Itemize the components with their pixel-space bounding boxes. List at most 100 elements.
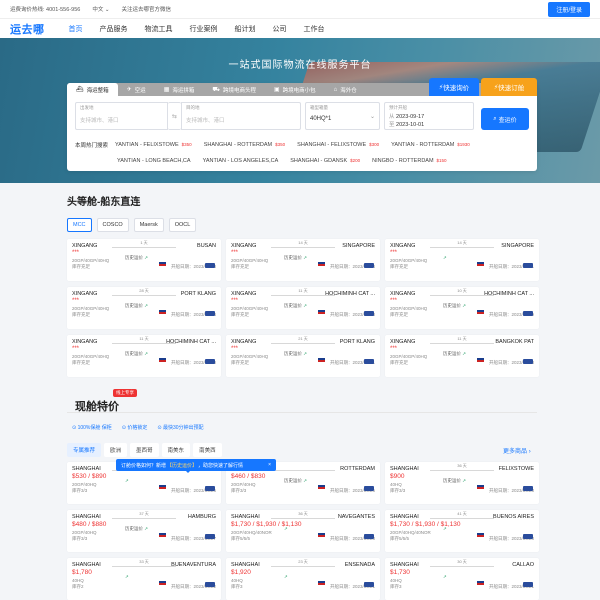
history-price-link[interactable]: ↗ [284, 574, 288, 580]
route-card[interactable]: SHANGHAI BUENOS AIRES 41 天 $1,730 / $1,930 … [385, 510, 539, 552]
nav-item-cases[interactable]: 行业案例 [190, 24, 218, 34]
history-price-link[interactable]: 历史运价 ↗ [125, 351, 148, 357]
container-types: 40HQ [231, 578, 243, 583]
hot-route[interactable]: SHANGHAI - FELIXSTOWE [297, 142, 366, 148]
stock-status: 库存3 [390, 584, 402, 589]
nav-item-home[interactable]: 首页 [69, 24, 83, 34]
tab-air[interactable]: ✈ 空运 [118, 83, 155, 96]
route-card[interactable]: SHANGHAI CALLAO 30 天 $1,730 ↗ 40HQ 库存3 开船日期：20… [385, 558, 539, 600]
route-card[interactable]: XINGANG HOCHIMINH CAT ... 10 天 *** 历史运价 ↗ 20G… [385, 287, 539, 329]
stock-status: 库存2 [72, 584, 84, 589]
route-card[interactable]: XINGANG PORT KLANG 28 天 *** 历史运价 ↗ 20GP/40GP/… [67, 287, 221, 329]
hot-route[interactable]: YANTIAN - LOS ANGELES,CA [203, 158, 279, 164]
history-price-link[interactable]: ↗ [125, 574, 129, 580]
flag-icon [477, 262, 484, 266]
destination-port: PORT KLANG [339, 339, 375, 345]
more-products-link[interactable]: 更多商品 › [503, 446, 531, 455]
hot-route[interactable]: SHANGHAI - GDANSK [290, 158, 347, 164]
carrier-cosco[interactable]: COSCO [96, 218, 129, 232]
destination-port: HOCHIMINH CAT ... [484, 291, 534, 297]
hot-route[interactable]: YANTIAN - LONG BEACH,CA [117, 158, 191, 164]
region-tab-europe[interactable]: 欧洲 [104, 443, 128, 457]
route-card[interactable]: XINGANG BUSAN 1 天 *** 历史运价 ↗ 20GP/40GP/40HQ 库存… [67, 239, 221, 281]
origin-port: SHANGHAI [231, 514, 260, 520]
history-price-link[interactable]: 历史运价 ↗ [125, 255, 148, 261]
region-tab-south-america-west[interactable]: 南美西 [193, 443, 222, 457]
login-button[interactable]: 注册/登录 [548, 1, 590, 17]
carrier-maersk[interactable]: Maersk [133, 218, 164, 232]
region-tab-south-america-east[interactable]: 南美东 [161, 443, 191, 457]
region-tab-mexico[interactable]: 墨西哥 [130, 443, 159, 457]
tab-lcl[interactable]: ▦ 海运拼箱 [155, 83, 204, 96]
carrier-oocl[interactable]: OOCL [168, 218, 197, 232]
route-card[interactable]: XINGANG SINGAPORE 14 天 *** 历史运价 ↗ 20GP/40GP/4… [226, 239, 380, 281]
history-price-link[interactable]: ↗ [443, 526, 447, 532]
history-price-link[interactable]: 历史运价 ↗ [443, 303, 466, 309]
site-logo[interactable]: 运去哪 [10, 21, 45, 37]
route-card[interactable]: SHANGHAI BUENAVENTURA 33 天 $1,780 ↗ 40HQ 库存2 开… [67, 558, 221, 600]
origin-port: XINGANG [72, 291, 98, 297]
nav-item-company[interactable]: 公司 [273, 24, 287, 34]
history-price-link[interactable]: 历史运价 ↗ [284, 255, 307, 261]
origin-input[interactable]: 支持城市、港口 [80, 116, 163, 124]
route-card[interactable]: SHANGHAI HAMBURG 37 天 $480 / $880 历史运价 ↗ 20GP… [67, 510, 221, 552]
swap-icon[interactable]: ⇆ [168, 102, 181, 130]
search-button[interactable]: ⌕ 查运价 [481, 108, 529, 130]
nav-item-workbench[interactable]: 工作台 [304, 24, 325, 34]
hot-route[interactable]: YANTIAN - FELIXSTOWE [115, 142, 179, 148]
history-price-link[interactable]: ↗ [443, 574, 447, 580]
box-input[interactable]: 40HQ*1 [310, 116, 375, 122]
route-arrow [430, 566, 494, 567]
stock-status: 库存充足 [231, 264, 249, 269]
history-price-link[interactable]: ↗ [284, 526, 288, 532]
trend-up-icon: ↗ [462, 303, 467, 308]
route-card[interactable]: XINGANG PORT KLANG 21 天 *** 历史运价 ↗ 20GP/40GP/… [226, 335, 380, 377]
hot-route[interactable]: NINGBO - ROTTERDAM [372, 158, 433, 164]
nav-item-schedule[interactable]: 船计划 [235, 24, 256, 34]
origin-field[interactable]: 出发地 支持城市、港口 [75, 102, 168, 130]
route-card[interactable]: XINGANG SINGAPORE 14 天 *** ↗ 20GP/40GP/40HQ 库… [385, 239, 539, 281]
route-card[interactable]: SHANGHAI NAVEGANTES 36 天 $1,730 / $1,930 / … [226, 510, 380, 552]
route-card[interactable]: XINGANG BANGKOK PAT 11 天 *** 历史运价 ↗ 20GP/40GP… [385, 335, 539, 377]
route-arrow [430, 518, 494, 519]
tab-ecom-parcel[interactable]: ▣ 跨境电商小包 [265, 83, 325, 96]
search-fields: 出发地 支持城市、港口 ⇆ 目的地 支持城市、港口 箱型箱量 40HQ*1 ⌄ … [75, 102, 474, 130]
region-tab-recommend[interactable]: 专属推荐 [67, 443, 102, 457]
destination-port: HOCHIMINH CAT ... [166, 339, 216, 345]
flag-icon [318, 310, 325, 314]
quick-booking-button[interactable]: ⚡ 快速订舱 [481, 78, 537, 96]
history-price-link[interactable]: 历史运价 ↗ [125, 303, 148, 309]
hot-route[interactable]: YANTIAN - ROTTERDAM [391, 142, 454, 148]
history-price-link[interactable]: 历史运价 ↗ [443, 351, 466, 357]
destination-port: FELIXSTOWE [498, 466, 534, 472]
history-price-link[interactable]: 历史运价 ↗ [284, 478, 307, 484]
tab-ecom-first[interactable]: ⛟ 跨境电商头程 [203, 83, 265, 96]
carrier-mcc[interactable]: MCC [67, 218, 92, 232]
sail-date-field[interactable]: 预计开船 从 2023-09-17 至 2023-10-01 [384, 102, 474, 130]
box-field[interactable]: 箱型箱量 40HQ*1 ⌄ [305, 102, 380, 130]
language-select[interactable]: 中文 ⌄ [92, 5, 109, 13]
route-arrow [271, 343, 335, 344]
route-card[interactable]: SHANGHAI FELIXSTOWE 36 天 $900 历史运价 ↗ 40HQ 库存3/… [385, 462, 539, 504]
route-card[interactable]: XINGANG HOCHIMINH CAT ... 11 天 *** 历史运价 ↗ 20G… [67, 335, 221, 377]
history-price-link[interactable]: ↗ [125, 478, 129, 484]
history-price-link[interactable]: ↗ [443, 255, 447, 261]
tab-fcl[interactable]: ⛴ 海运整箱 [67, 83, 118, 96]
history-price-link[interactable]: 历史运价 ↗ [443, 478, 466, 484]
close-icon[interactable]: × [268, 462, 271, 468]
search-icon: ⌕ [493, 115, 497, 122]
nav-item-products[interactable]: 产品服务 [100, 24, 128, 34]
date-to[interactable]: 2023-10-01 [396, 122, 424, 128]
destination-input[interactable]: 支持城市、港口 [186, 116, 296, 124]
history-price-link[interactable]: 历史运价 ↗ [125, 526, 148, 532]
tab-overseas-warehouse[interactable]: ⌂ 海外仓 [325, 83, 366, 96]
history-price-link[interactable]: 历史运价 ↗ [284, 303, 307, 309]
destination-field[interactable]: 目的地 支持城市、港口 [181, 102, 301, 130]
route-card[interactable]: XINGANG HOCHIMINH CAT ... 11 天 *** 历史运价 ↗ 20G… [226, 287, 380, 329]
wechat-link[interactable]: 关注运去哪官方微信 [121, 5, 171, 13]
route-card[interactable]: SHANGHAI ENSENADA 23 天 $1,920 ↗ 40HQ 库存3 开船日期：… [226, 558, 380, 600]
hot-route[interactable]: SHANGHAI - ROTTERDAM [204, 142, 272, 148]
history-price-link[interactable]: 历史运价 ↗ [284, 351, 307, 357]
nav-item-tools[interactable]: 物流工具 [145, 24, 173, 34]
quick-inquiry-button[interactable]: ⚡ 快速询价 [429, 78, 479, 96]
